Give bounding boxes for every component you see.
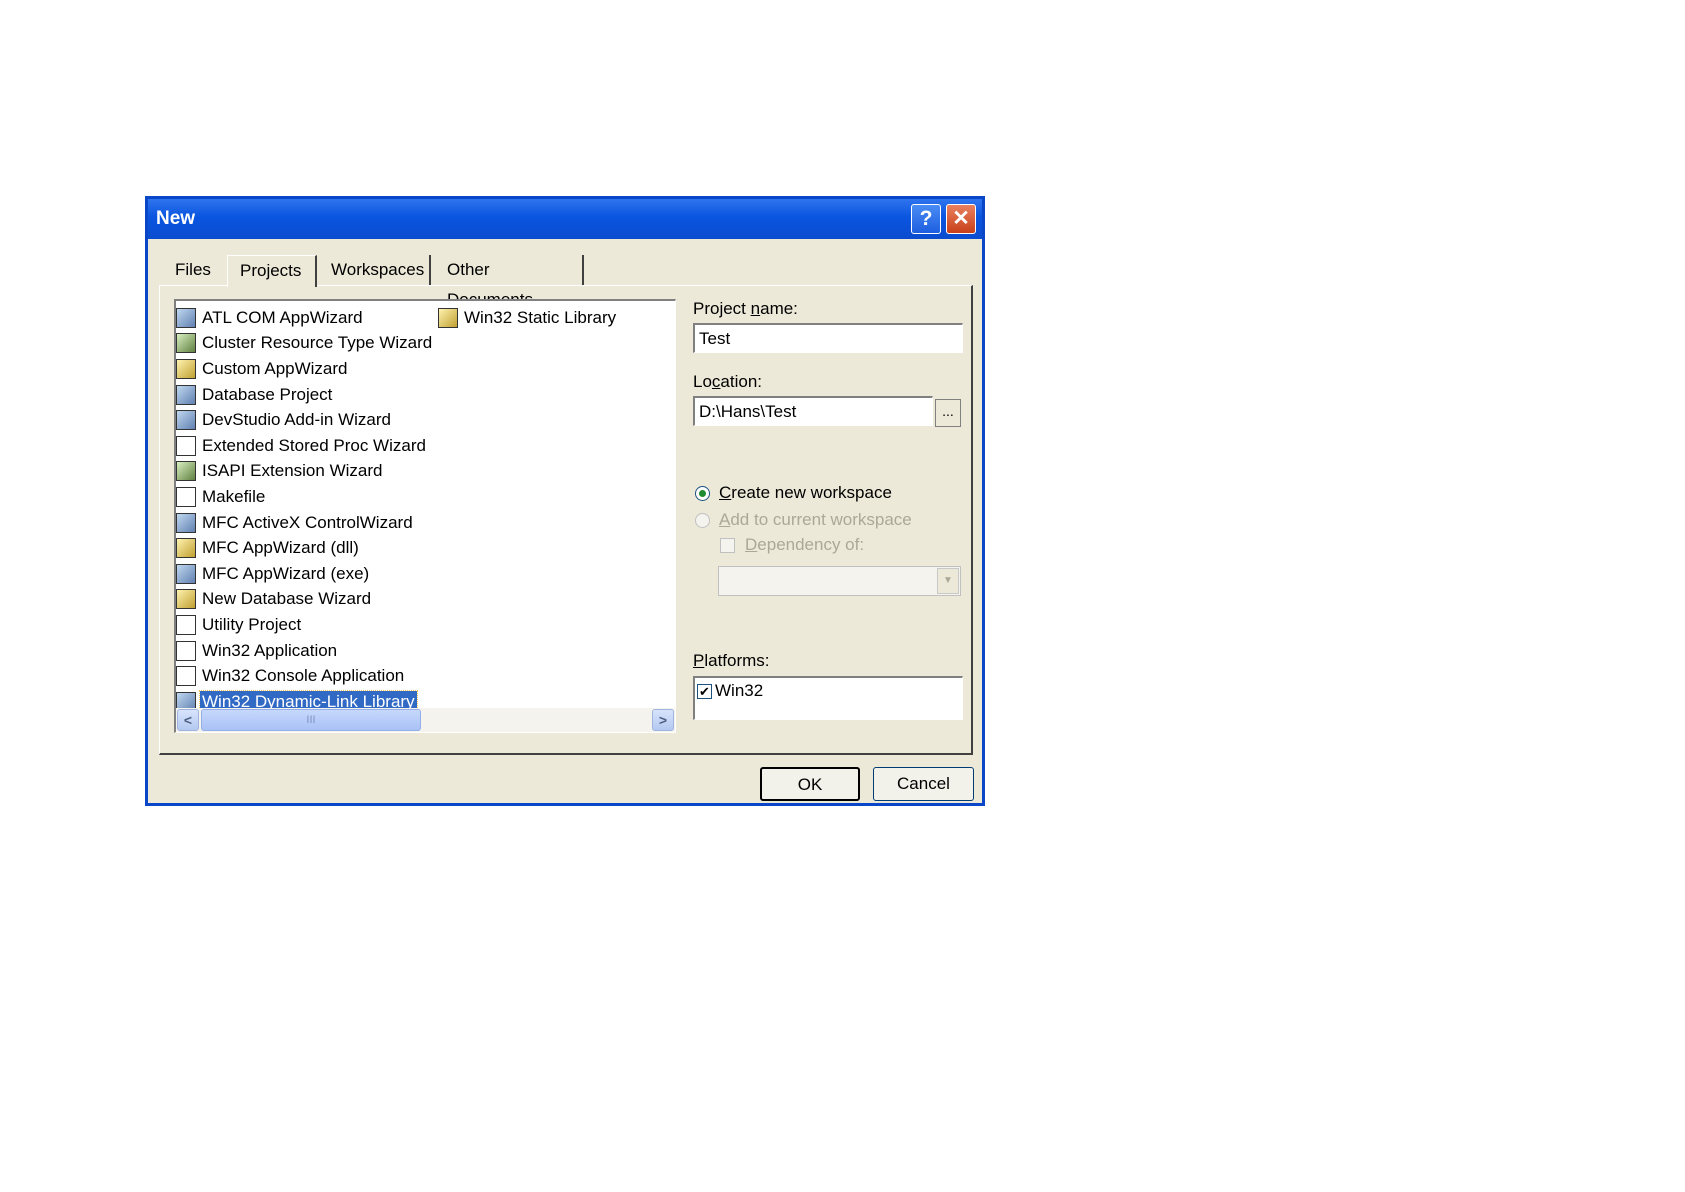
help-button[interactable]: ? [911,204,941,234]
list-item-mfc-activex[interactable]: MFC ActiveX ControlWizard [176,510,434,536]
list-item-extended-stored-proc[interactable]: Extended Stored Proc Wizard [176,433,434,459]
list-item-makefile[interactable]: Makefile [176,484,434,510]
tools-icon [176,614,196,635]
makefile-icon [176,486,196,507]
wand-icon [176,589,196,610]
location-input[interactable] [693,396,933,426]
activex-icon [176,512,196,533]
location-label: Location: [693,372,763,391]
list-item-win32-application[interactable]: Win32 Application [176,638,434,664]
globe-icon [176,461,196,482]
cancel-button[interactable]: Cancel [873,767,974,801]
checkbox-checked-icon[interactable]: ✔ [697,683,712,699]
project-type-column-1: ATL COM AppWizard Cluster Resource Type … [176,305,434,715]
mfc-exe-icon [176,563,196,584]
dialog-title: New [156,208,196,229]
tab-projects[interactable]: Projects [227,255,317,287]
dependency-dropdown[interactable]: ▼ [718,566,961,596]
tab-other-documents[interactable]: Other Documents [435,255,584,309]
create-new-workspace-radio[interactable] [695,486,710,501]
platform-item-win32[interactable]: ✔ Win32 [697,681,763,701]
list-item-mfc-appwizard-dll[interactable]: MFC AppWizard (dll) [176,535,434,561]
add-to-current-workspace-radio[interactable] [695,513,710,528]
static-lib-icon [438,307,458,328]
project-type-list[interactable]: ATL COM AppWizard Cluster Resource Type … [174,299,676,733]
list-item-mfc-appwizard-exe[interactable]: MFC AppWizard (exe) [176,561,434,587]
list-item-devstudio-addin[interactable]: DevStudio Add-in Wizard [176,407,434,433]
project-name-label: Project name: [693,299,798,318]
list-item-win32-console[interactable]: Win32 Console Application [176,663,434,689]
add-to-current-workspace-label: Add to current workspace [719,510,912,529]
scroll-thumb[interactable]: III [201,709,421,731]
platform-label: Win32 [715,681,764,700]
platforms-label: Platforms: [693,651,770,670]
scroll-left-button[interactable]: < [177,709,199,731]
dependency-of-label: Dependency of: [745,535,865,554]
database-icon [176,384,196,405]
list-item-atl-com[interactable]: ATL COM AppWizard [176,305,434,331]
list-item-new-database-wizard[interactable]: New Database Wizard [176,587,434,613]
tab-files[interactable]: Files [163,255,227,285]
tab-workspaces[interactable]: Workspaces [319,255,431,285]
list-item-isapi-extension[interactable]: ISAPI Extension Wizard [176,459,434,485]
addin-icon [176,410,196,431]
ok-button[interactable]: OK [760,767,860,801]
stored-proc-icon [176,435,196,456]
create-new-workspace-label[interactable]: Create new workspace [719,483,892,503]
mfc-dll-icon [176,538,196,559]
close-button[interactable]: ✕ [946,204,976,234]
horizontal-scrollbar[interactable]: < III > [176,708,675,732]
list-item-database-project[interactable]: Database Project [176,382,434,408]
browse-button[interactable]: ... [935,399,961,427]
win32-app-icon [176,640,196,661]
scroll-right-button[interactable]: > [652,709,674,731]
custom-appwizard-icon [176,358,196,379]
new-dialog: New ? ✕ Files Projects Workspaces Other … [145,196,985,806]
title-bar[interactable]: New ? ✕ [148,199,982,239]
list-item-custom-appwizard[interactable]: Custom AppWizard [176,356,434,382]
console-icon [176,666,196,687]
cluster-icon [176,333,196,354]
platforms-list[interactable]: ✔ Win32 [693,676,963,720]
atl-com-icon [176,307,196,328]
project-name-input[interactable] [693,323,963,353]
list-item-win32-static-library[interactable]: Win32 Static Library [438,305,618,331]
chevron-down-icon[interactable]: ▼ [937,568,959,594]
project-type-column-2: Win32 Static Library [438,305,618,331]
list-item-utility-project[interactable]: Utility Project [176,612,434,638]
dependency-of-checkbox[interactable] [720,538,735,553]
list-item-cluster-resource[interactable]: Cluster Resource Type Wizard [176,331,434,357]
